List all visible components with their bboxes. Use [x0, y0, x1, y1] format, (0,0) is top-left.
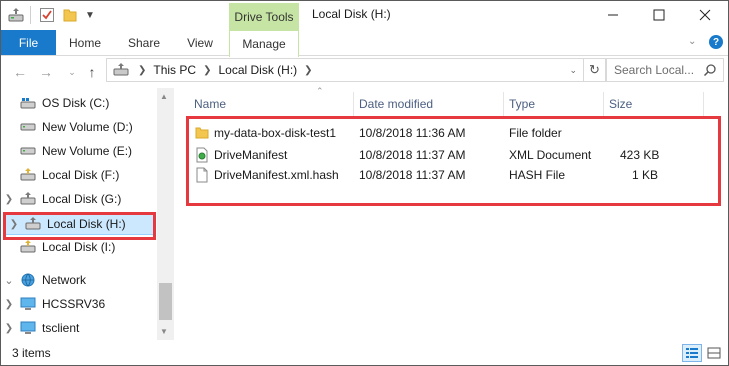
selected-drive-highlight-box [3, 212, 156, 240]
shared-drive-icon [17, 239, 39, 255]
ribbon-expand-icon[interactable]: ⌄ [688, 36, 696, 47]
up-button[interactable]: ↑ [82, 62, 102, 82]
chevron-right-icon[interactable]: ❯ [1, 194, 17, 205]
column-divider[interactable] [603, 92, 604, 116]
drive-icon [17, 143, 39, 159]
search-icon [703, 64, 716, 77]
drive-tools-context-label: Drive Tools [229, 3, 299, 30]
qat-separator [30, 6, 31, 24]
scrollbar-thumb[interactable] [159, 283, 172, 320]
qat-customize-icon[interactable]: ▼ [83, 6, 97, 24]
nav-item-new-volume-e[interactable]: New Volume (E:) [1, 140, 157, 162]
minimize-icon [608, 14, 618, 16]
nav-item-network[interactable]: ⌄ Network [1, 269, 157, 291]
address-bar[interactable]: ❯ This PC ❯ Local Disk (H:) ❯ ⌄ [106, 58, 584, 82]
nav-item-local-disk-g[interactable]: ❯ Local Disk (G:) [1, 188, 157, 210]
drive-icon [113, 63, 131, 77]
close-icon [699, 9, 711, 21]
column-divider[interactable] [353, 92, 354, 116]
column-divider[interactable] [503, 92, 504, 116]
ribbon-tab-bar [1, 30, 728, 56]
tab-file[interactable]: File [1, 30, 56, 55]
network-icon [17, 272, 39, 288]
details-view-icon [686, 348, 698, 358]
nav-item-local-disk-f[interactable]: Local Disk (F:) [1, 164, 157, 186]
scroll-down-icon[interactable]: ▼ [160, 327, 168, 336]
drive-app-icon [8, 6, 26, 24]
drive-icon [17, 119, 39, 135]
shared-drive-icon [17, 167, 39, 183]
tab-view[interactable]: View [178, 30, 222, 55]
column-header-date-modified[interactable]: Date modified [359, 92, 433, 116]
column-header-type[interactable]: Type [509, 92, 535, 116]
refresh-icon: ↻ [589, 62, 600, 77]
scroll-up-icon[interactable]: ▲ [160, 92, 168, 101]
help-icon[interactable]: ? [709, 35, 723, 49]
back-button[interactable]: ← [10, 62, 30, 82]
nav-item-os-disk-c[interactable]: OS Disk (C:) [1, 92, 157, 114]
recent-locations-icon[interactable]: ⌄ [62, 62, 82, 82]
shared-drive-icon [17, 191, 39, 207]
new-folder-icon[interactable] [61, 6, 79, 24]
breadcrumb-this-pc[interactable]: This PC [153, 63, 196, 77]
chevron-right-icon[interactable]: ❯ [1, 299, 17, 310]
os-drive-icon [17, 95, 39, 111]
breadcrumb-separator: ❯ [138, 64, 147, 76]
computer-icon [17, 320, 39, 336]
large-icons-view-button[interactable] [704, 344, 724, 362]
chevron-right-icon[interactable]: ❯ [1, 323, 17, 334]
details-view-button[interactable] [682, 344, 702, 362]
refresh-button[interactable]: ↻ [584, 58, 606, 82]
tab-home[interactable]: Home [62, 30, 108, 55]
nav-item-new-volume-d[interactable]: New Volume (D:) [1, 116, 157, 138]
status-item-count: 3 items [12, 346, 51, 360]
nav-item-tsclient[interactable]: ❯ tsclient [1, 317, 157, 339]
window-title: Local Disk (H:) [312, 7, 391, 21]
column-header-size[interactable]: Size [609, 92, 632, 116]
properties-icon[interactable] [38, 6, 56, 24]
breadcrumb-separator: ❯ [304, 64, 313, 76]
nav-item-hcssrv36[interactable]: ❯ HCSSRV36 [1, 293, 157, 315]
column-divider[interactable] [703, 92, 704, 116]
computer-icon [17, 296, 39, 312]
minimize-button[interactable] [590, 1, 636, 29]
forward-button[interactable]: → [36, 62, 56, 82]
close-button[interactable] [682, 1, 728, 29]
breadcrumb-separator: ❯ [203, 64, 212, 76]
address-dropdown-icon[interactable]: ⌄ [569, 65, 577, 76]
large-icons-view-icon [707, 347, 721, 359]
chevron-down-icon[interactable]: ⌄ [1, 274, 17, 287]
search-placeholder: Search Local... [614, 63, 695, 77]
column-header-name[interactable]: Name [194, 92, 226, 116]
breadcrumb-local-disk-h[interactable]: Local Disk (H:) [218, 63, 297, 77]
tab-share[interactable]: Share [120, 30, 168, 55]
search-input[interactable]: Search Local... [606, 58, 724, 82]
sort-ascending-icon: ⌃ [316, 86, 324, 96]
file-list-highlight-box [186, 116, 721, 206]
tab-manage[interactable]: Manage [229, 30, 299, 57]
maximize-button[interactable] [636, 1, 682, 29]
maximize-icon [653, 9, 665, 21]
